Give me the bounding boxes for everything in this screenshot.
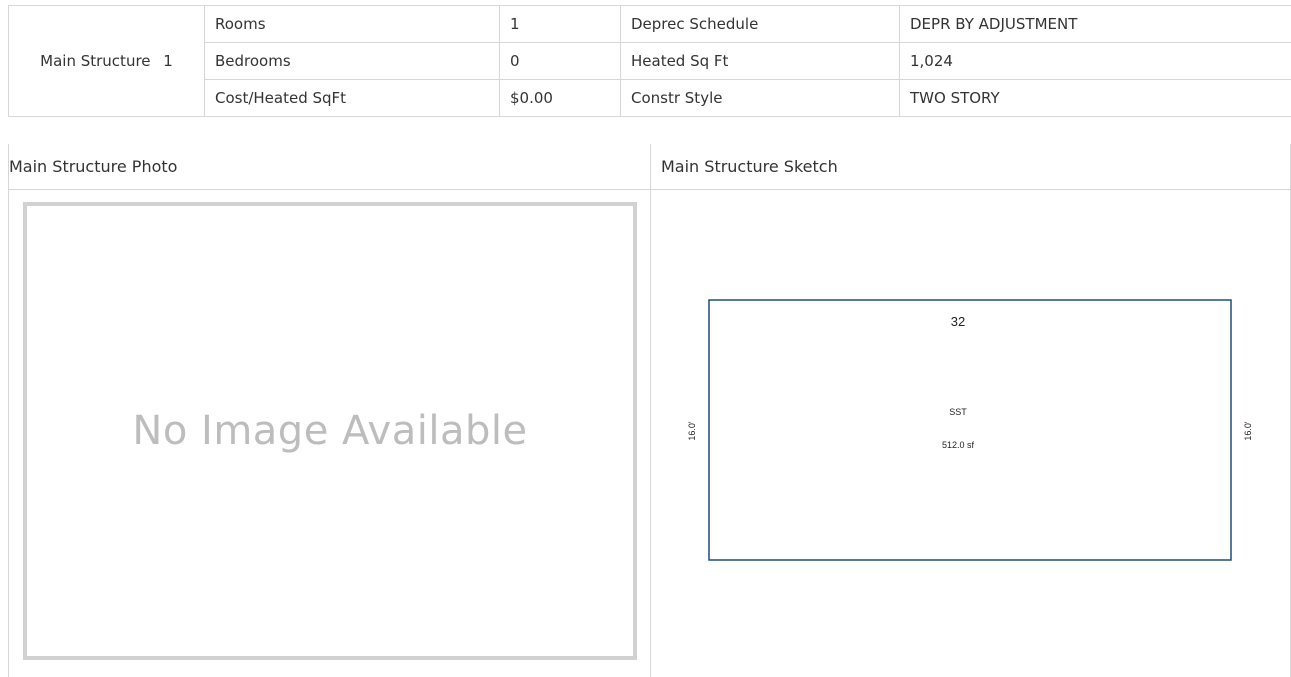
sketch-area-code: SST bbox=[949, 407, 967, 417]
table-row: Main Structure 1 Rooms 1 Deprec Schedule… bbox=[8, 5, 1291, 117]
heated-sqft-value: 1,024 bbox=[899, 42, 1291, 80]
structure-details: Main Structure 1 Rooms 1 Deprec Schedule… bbox=[8, 5, 1291, 677]
main-structure-number: 1 bbox=[163, 52, 173, 70]
main-structure-cell: Main Structure 1 bbox=[8, 5, 205, 117]
structure-info-table: Main Structure 1 Rooms 1 Deprec Schedule… bbox=[8, 5, 1291, 117]
cost-heated-sqft-value: $0.00 bbox=[499, 79, 621, 117]
sketch-panel-title: Main Structure Sketch bbox=[651, 144, 1290, 190]
photo-panel: Main Structure Photo No Image Available bbox=[8, 144, 651, 677]
cost-heated-sqft-label: Cost/Heated SqFt bbox=[204, 79, 500, 117]
deprec-schedule-value: DEPR BY ADJUSTMENT bbox=[899, 5, 1291, 43]
main-structure-label: Main Structure bbox=[40, 52, 151, 70]
structure-sketch[interactable]: 32 SST 512.0 sf 16.0' 16.0' bbox=[651, 190, 1290, 676]
no-image-text: No Image Available bbox=[132, 408, 528, 454]
heated-sqft-label: Heated Sq Ft bbox=[620, 42, 900, 80]
constr-style-value: TWO STORY bbox=[899, 79, 1291, 117]
deprec-schedule-label: Deprec Schedule bbox=[620, 5, 900, 43]
bedrooms-value: 0 bbox=[499, 42, 621, 80]
sketch-area-value: 512.0 sf bbox=[942, 440, 975, 450]
constr-style-label: Constr Style bbox=[620, 79, 900, 117]
rooms-label: Rooms bbox=[204, 5, 500, 43]
sketch-right-dimension: 16.0' bbox=[1243, 421, 1253, 441]
bedrooms-label: Bedrooms bbox=[204, 42, 500, 80]
sketch-top-dimension: 32 bbox=[951, 314, 965, 329]
media-row: Main Structure Photo No Image Available … bbox=[8, 144, 1291, 677]
photo-panel-title: Main Structure Photo bbox=[9, 144, 650, 190]
sketch-outline bbox=[708, 299, 1232, 561]
rooms-value: 1 bbox=[499, 5, 621, 43]
sketch-panel: Main Structure Sketch 32 SST 512.0 sf 16… bbox=[650, 144, 1291, 677]
no-image-placeholder[interactable]: No Image Available bbox=[23, 202, 637, 660]
sketch-left-dimension: 16.0' bbox=[687, 421, 697, 441]
